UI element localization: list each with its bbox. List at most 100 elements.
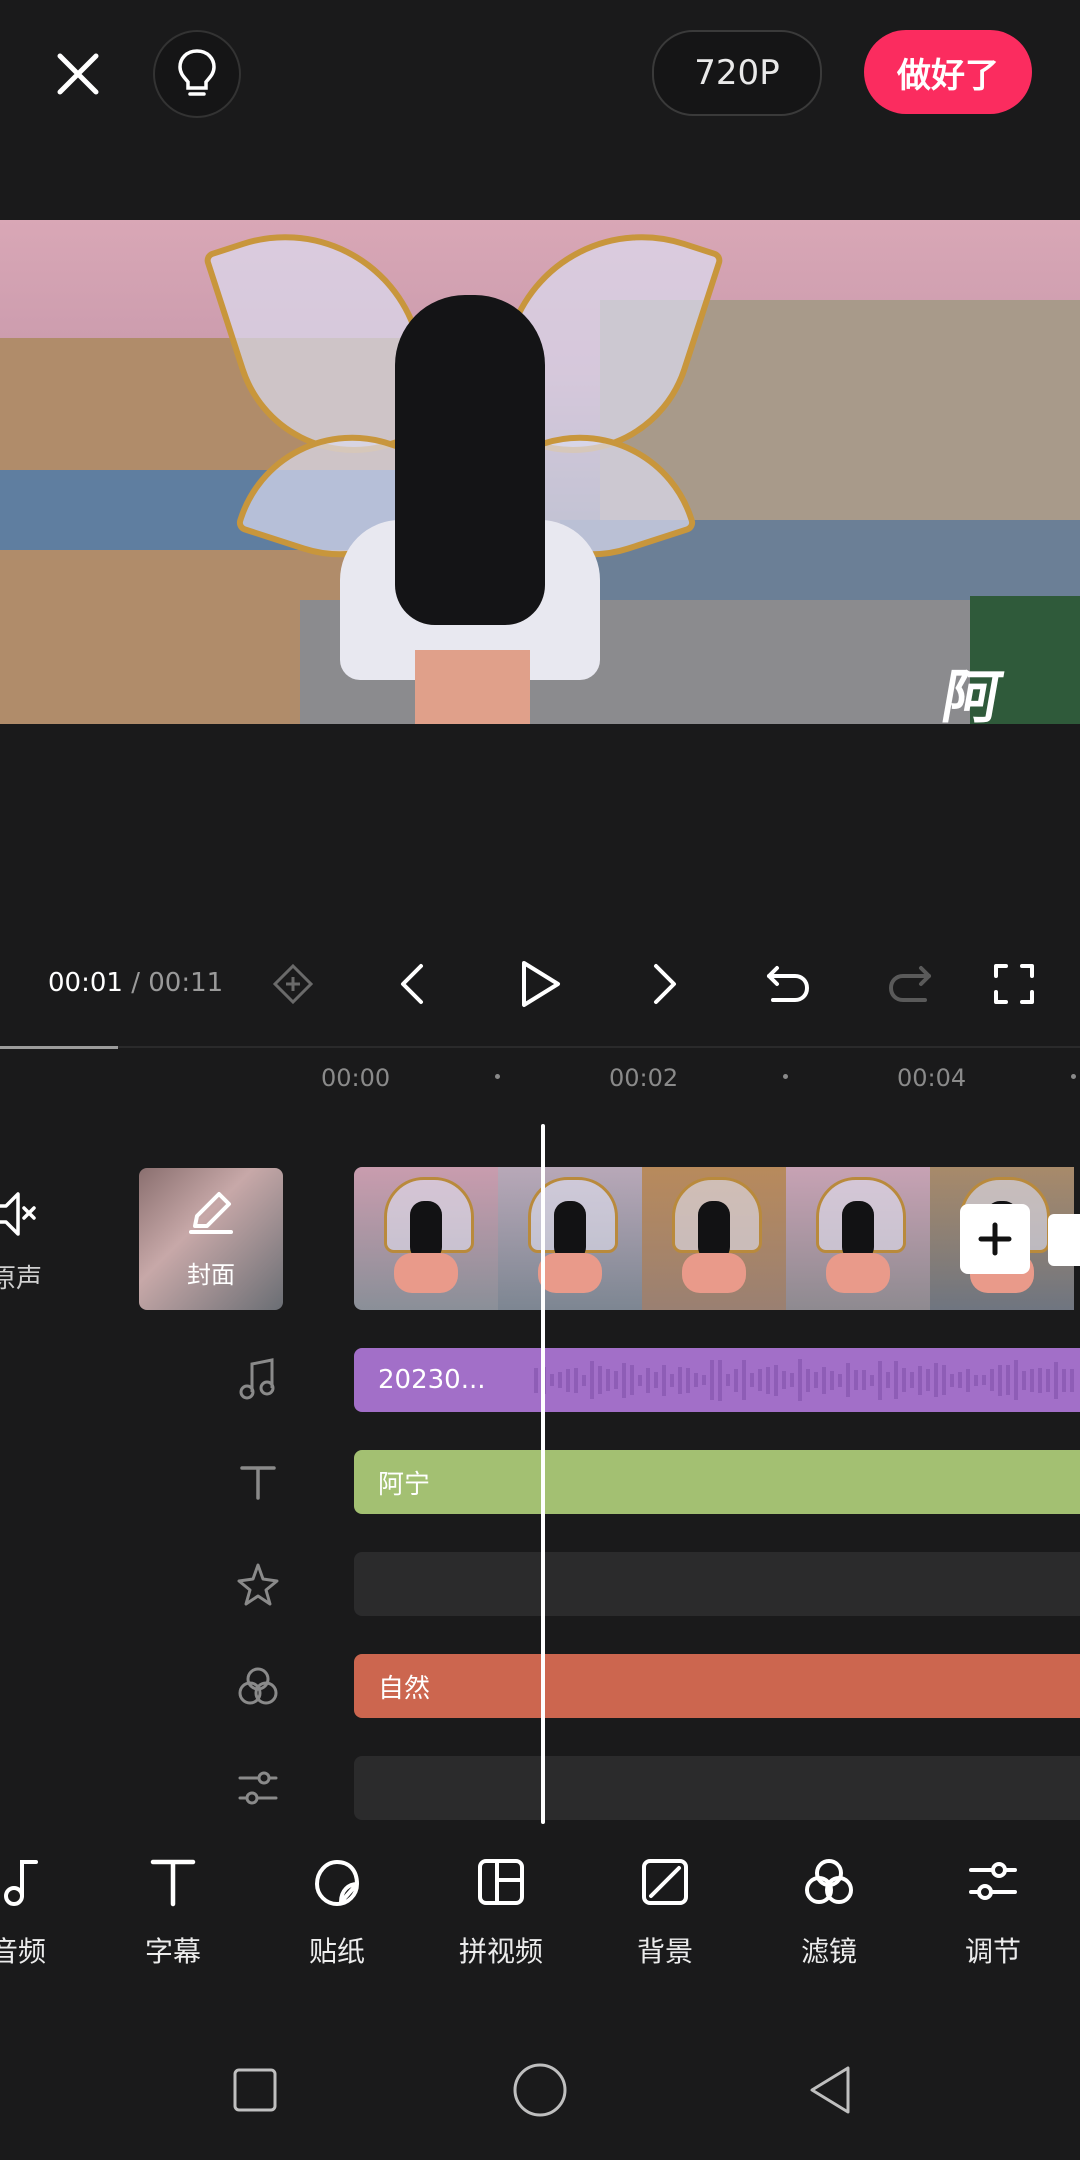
nav-recents-button[interactable]	[225, 2060, 285, 2120]
text-clip[interactable]: 阿宁	[354, 1450, 1080, 1514]
audio-track-button[interactable]	[228, 1350, 288, 1410]
playback-progress-bar	[0, 1046, 118, 1049]
close-button[interactable]	[46, 42, 110, 106]
redo-button[interactable]	[880, 954, 940, 1014]
waveform-bar	[686, 1367, 690, 1393]
waveform-bar	[1038, 1367, 1042, 1393]
waveform-bar	[582, 1374, 586, 1386]
playhead[interactable]	[541, 1124, 545, 1824]
tips-button[interactable]	[153, 30, 241, 118]
waveform-bar	[678, 1366, 682, 1394]
waveform-bar	[878, 1360, 882, 1400]
background-icon	[642, 1859, 688, 1905]
waveform-bar	[910, 1372, 914, 1388]
waveform-bar	[566, 1368, 570, 1392]
lightbulb-icon	[178, 49, 216, 96]
audio-waveform	[534, 1358, 1080, 1402]
add-clip-button[interactable]	[960, 1204, 1030, 1274]
filter-icon	[238, 1667, 278, 1705]
waveform-bar	[1054, 1361, 1058, 1399]
done-button[interactable]: 做好了	[864, 30, 1032, 114]
waveform-bar	[654, 1372, 658, 1388]
waveform-bar	[638, 1374, 642, 1386]
waveform-bar	[1030, 1368, 1034, 1392]
video-preview[interactable]: 阿	[0, 220, 1080, 724]
undo-button[interactable]	[758, 954, 818, 1014]
audio-clip-label: 20230...	[378, 1365, 486, 1395]
waveform-bar	[742, 1360, 746, 1400]
waveform-bar	[958, 1372, 962, 1388]
waveform-bar	[766, 1366, 770, 1394]
waveform-bar	[838, 1373, 842, 1387]
resolution-button[interactable]: 720P	[652, 30, 822, 116]
ruler-tick-1: 00:02	[609, 1064, 679, 1092]
next-frame-button[interactable]	[635, 954, 695, 1014]
play-button[interactable]	[510, 954, 570, 1014]
toolbar-subtitle-label: 字幕	[144, 1935, 201, 1968]
ruler-dot	[1071, 1074, 1076, 1079]
waveform-bar	[998, 1364, 1002, 1396]
waveform-bar	[1014, 1360, 1018, 1400]
toolbar-subtitle[interactable]: 字幕	[113, 1856, 233, 1970]
nav-back-button[interactable]	[800, 2060, 860, 2120]
toolbar-sticker[interactable]: 贴纸	[277, 1856, 397, 1970]
filter-track-button[interactable]	[228, 1656, 288, 1716]
effects-track-button[interactable]	[228, 1554, 288, 1614]
adjust-track-button[interactable]	[228, 1758, 288, 1818]
waveform-bar	[798, 1359, 802, 1401]
waveform-bar	[966, 1368, 970, 1392]
waveform-bar	[622, 1362, 626, 1398]
chevron-left-icon	[401, 964, 423, 1004]
waveform-bar	[718, 1359, 722, 1401]
toolbar-filter[interactable]: 滤镜	[769, 1856, 889, 1970]
prev-frame-button[interactable]	[382, 954, 442, 1014]
toolbar-audio[interactable]: 音频	[0, 1856, 78, 1970]
waveform-bar	[926, 1369, 930, 1391]
time-display: 00:01 / 00:11	[48, 968, 223, 998]
waveform-bar	[782, 1371, 786, 1389]
toolbar-collage[interactable]: 拼视频	[441, 1856, 561, 1970]
video-thumbnail	[498, 1167, 642, 1310]
audio-clip[interactable]: 20230...	[354, 1348, 1080, 1412]
waveform-bar	[950, 1373, 954, 1387]
toolbar-background-label: 背景	[636, 1935, 693, 1968]
waveform-bar	[982, 1375, 986, 1385]
toolbar-background[interactable]: 背景	[605, 1856, 725, 1970]
text-icon	[150, 1859, 196, 1907]
fullscreen-button[interactable]	[984, 954, 1044, 1014]
sticker-icon	[315, 1860, 359, 1906]
waveform-bar	[550, 1374, 554, 1386]
play-icon	[522, 961, 560, 1007]
edit-icon	[189, 1192, 233, 1234]
waveform-bar	[822, 1366, 826, 1394]
keyframe-button[interactable]	[263, 954, 323, 1014]
transition-button[interactable]	[1048, 1214, 1080, 1266]
nav-home-button[interactable]	[510, 2060, 570, 2120]
waveform-bar	[726, 1374, 730, 1386]
character-hair	[395, 295, 545, 625]
text-track-button[interactable]	[228, 1452, 288, 1512]
waveform-bar	[934, 1363, 938, 1397]
filter-clip-label: 自然	[378, 1673, 431, 1704]
waveform-bar	[590, 1361, 594, 1399]
waveform-bar	[1046, 1368, 1050, 1392]
ruler-tick-0: 00:00	[321, 1064, 391, 1092]
waveform-bar	[1070, 1368, 1074, 1392]
adjust-track-empty[interactable]	[354, 1756, 1080, 1820]
square-icon	[233, 2068, 277, 2112]
waveform-bar	[534, 1367, 538, 1393]
filter-clip[interactable]: 自然	[354, 1654, 1080, 1718]
toolbar-adjust[interactable]: 调节	[933, 1856, 1053, 1970]
adjust-icon	[969, 1862, 1017, 1900]
waveform-bar	[1022, 1370, 1026, 1390]
speaker-muted-icon	[0, 1192, 36, 1236]
waveform-bar	[902, 1368, 906, 1392]
text-clip-label: 阿宁	[378, 1469, 431, 1500]
effects-track-empty[interactable]	[354, 1552, 1080, 1616]
video-thumbnail	[786, 1167, 930, 1310]
current-time: 00:01	[48, 968, 123, 998]
mute-original-button[interactable]	[0, 1184, 60, 1244]
cover-button[interactable]: 封面	[139, 1168, 283, 1310]
ruler-dot	[783, 1074, 788, 1079]
sliders-icon	[238, 1771, 278, 1805]
